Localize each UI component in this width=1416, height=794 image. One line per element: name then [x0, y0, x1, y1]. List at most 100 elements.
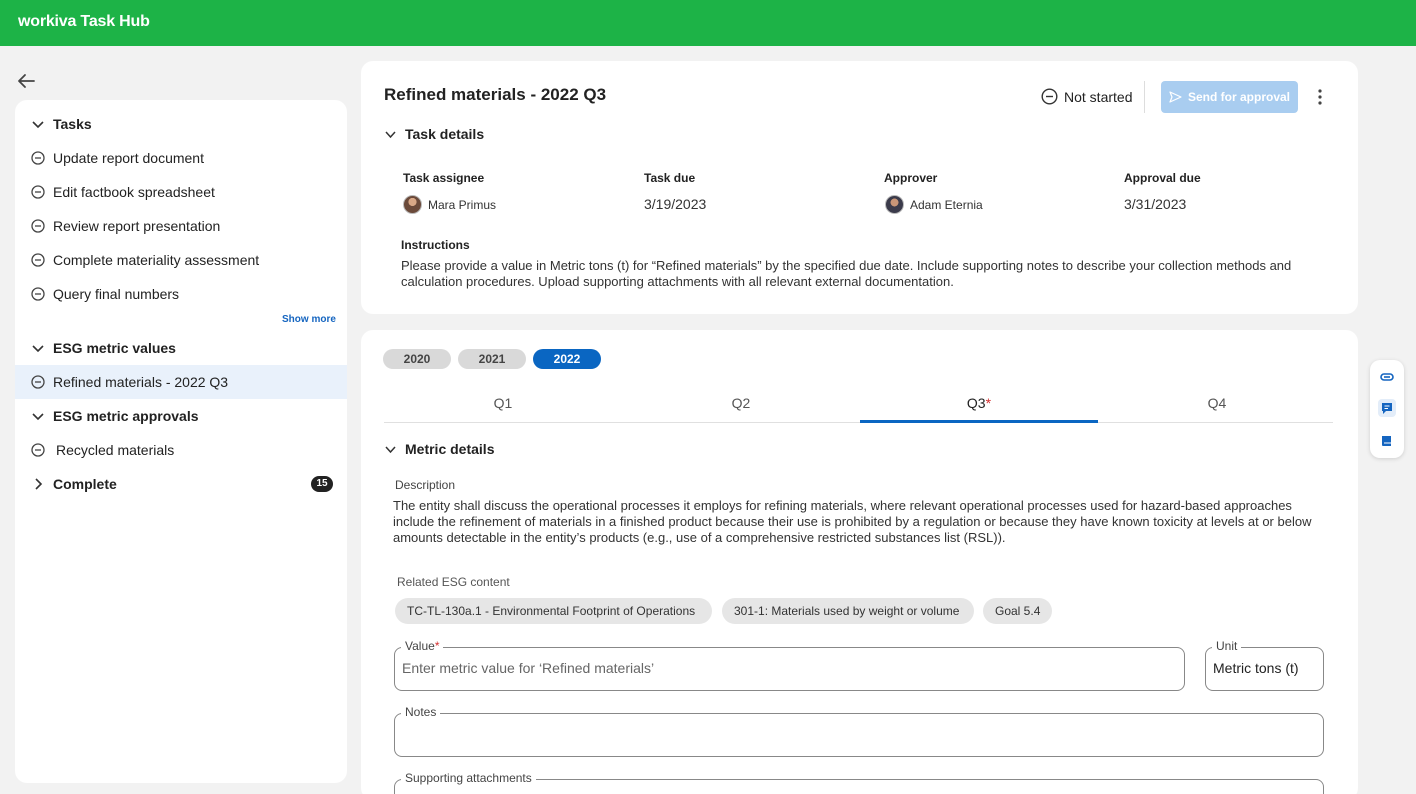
sidebar-item[interactable]: Complete materiality assessment [15, 243, 347, 277]
value-field-label: Value* [401, 639, 444, 653]
chevron-down-icon [32, 413, 44, 421]
sidebar-item-label: Review report presentation [53, 218, 221, 234]
minus-circle-icon [31, 287, 45, 301]
tab-label: Q3 [966, 395, 986, 411]
unit-field-label: Unit [1212, 639, 1242, 653]
tab-label: Q1 [493, 395, 513, 411]
task-details-toggle[interactable]: Task details [384, 126, 484, 142]
attachment-icon[interactable] [1378, 368, 1396, 386]
section-tasks[interactable]: Tasks [15, 107, 347, 141]
sidebar-item-label: Update report document [53, 150, 204, 166]
show-more-link[interactable]: Show more [282, 314, 336, 325]
send-icon [1169, 91, 1182, 103]
approver-name: Adam Eternia [910, 197, 983, 212]
section-esg-metric-values[interactable]: ESG metric values [15, 331, 347, 365]
task-due-value: 3/19/2023 [644, 196, 707, 212]
related-chip[interactable]: 301-1: Materials used by weight or volum… [722, 598, 974, 624]
notes-field[interactable]: Notes [394, 705, 1324, 757]
sidebar-item-label: Query final numbers [53, 286, 180, 302]
assignee-name: Mara Primus [428, 197, 497, 212]
year-pill-2020[interactable]: 2020 [383, 349, 451, 369]
approval-due-value: 3/31/2023 [1124, 196, 1187, 212]
tab-q1[interactable]: Q1 [384, 390, 622, 423]
send-button-label: Send for approval [1187, 90, 1291, 104]
minus-circle-icon [31, 443, 45, 457]
approver[interactable]: Adam Eternia [885, 195, 983, 214]
related-content-label: Related ESG content [397, 575, 510, 589]
sidebar-item[interactable]: Edit factbook spreadsheet [15, 175, 347, 209]
value-input[interactable]: Value* Enter metric value for ‘Refined m… [394, 639, 1185, 691]
status-text: Not started [1064, 88, 1133, 105]
year-pill-2022[interactable]: 2022 [533, 349, 601, 369]
description-text: The entity shall discuss the operational… [393, 498, 1312, 545]
send-for-approval-button[interactable]: Send for approval [1161, 81, 1298, 113]
related-chip[interactable]: Goal 5.4 [983, 598, 1052, 624]
tab-label: Q2 [731, 395, 751, 411]
task-card: Refined materials - 2022 Q3 Not started … [361, 61, 1358, 314]
sidebar-item[interactable]: Query final numbers [15, 277, 347, 311]
minus-circle-icon [31, 219, 45, 233]
instructions-label: Instructions [401, 238, 470, 252]
minus-circle-icon [1041, 88, 1058, 105]
unit-value: Metric tons (t) [1213, 660, 1299, 676]
sidebar-item[interactable]: Update report document [15, 141, 347, 175]
comment-icon[interactable] [1378, 399, 1396, 417]
section-complete[interactable]: Complete 15 [15, 467, 347, 501]
minus-circle-icon [31, 375, 45, 389]
required-marker: * [434, 639, 440, 653]
year-pill-2021[interactable]: 2021 [458, 349, 526, 369]
assignee[interactable]: Mara Primus [403, 195, 496, 214]
sidebar-item[interactable]: Review report presentation [15, 209, 347, 243]
attachments-field[interactable]: Supporting attachments [394, 771, 1324, 794]
section-title: Task details [405, 126, 485, 142]
tab-q4[interactable]: Q4 [1098, 390, 1336, 423]
tab-q2[interactable]: Q2 [622, 390, 860, 423]
sidebar-item-selected[interactable]: Refined materials - 2022 Q3 [15, 365, 347, 399]
approval-due-label: Approval due [1124, 171, 1201, 185]
minus-circle-icon [31, 253, 45, 267]
section-title: Metric details [405, 441, 495, 457]
avatar [403, 195, 422, 214]
task-sidebar: Tasks Update report document Edit factbo… [15, 100, 347, 783]
app-brand[interactable]: workiva Task Hub [18, 13, 150, 31]
sidebar-item-label: Complete materiality assessment [53, 252, 260, 268]
sidebar-item[interactable]: Recycled materials [15, 433, 347, 467]
page-title: Refined materials - 2022 Q3 [384, 85, 607, 104]
related-chip[interactable]: TC-TL-130a.1 - Environmental Footprint o… [395, 598, 712, 624]
section-label: Tasks [53, 116, 92, 132]
chevron-right-icon [35, 478, 43, 490]
sidebar-item-label: Refined materials - 2022 Q3 [53, 374, 229, 390]
chevron-down-icon [32, 121, 44, 129]
approver-label: Approver [884, 171, 938, 185]
section-esg-metric-approvals[interactable]: ESG metric approvals [15, 399, 347, 433]
unit-field[interactable]: Unit Metric tons (t) [1205, 639, 1324, 691]
arrow-left-icon[interactable] [14, 70, 38, 92]
chevron-down-icon [385, 445, 396, 453]
value-label-text: Value [405, 639, 435, 653]
count-badge: 15 [311, 476, 333, 492]
instructions-text: Please provide a value in Metric tons (t… [401, 258, 1292, 289]
tab-label: Q4 [1207, 395, 1227, 411]
sidebar-item-label: Edit factbook spreadsheet [53, 184, 215, 200]
right-rail [1370, 360, 1404, 458]
minus-circle-icon [31, 151, 45, 165]
metric-details-toggle[interactable]: Metric details [384, 441, 494, 457]
tab-q3[interactable]: Q3* [860, 390, 1098, 423]
chevron-down-icon [385, 130, 396, 138]
value-placeholder: Enter metric value for ‘Refined material… [402, 660, 655, 676]
status-indicator: Not started [1041, 88, 1132, 105]
sidebar-item-label: Recycled materials [56, 442, 175, 458]
quarter-tabs: Q1 Q2 Q3* Q4 [384, 390, 1333, 423]
description-label: Description [395, 478, 456, 492]
divider [1144, 81, 1145, 113]
kebab-icon[interactable] [1313, 87, 1327, 107]
minus-circle-icon [31, 185, 45, 199]
book-icon[interactable] [1378, 432, 1396, 450]
notes-field-label: Notes [401, 705, 441, 719]
section-label: ESG metric values [53, 340, 176, 356]
required-marker: * [985, 395, 992, 411]
assignee-label: Task assignee [403, 171, 485, 185]
task-due-label: Task due [644, 171, 696, 185]
metric-card: 2020 2021 2022 Q1 Q2 Q3* Q4 Metric detai… [361, 330, 1358, 794]
attachments-field-label: Supporting attachments [401, 771, 536, 785]
